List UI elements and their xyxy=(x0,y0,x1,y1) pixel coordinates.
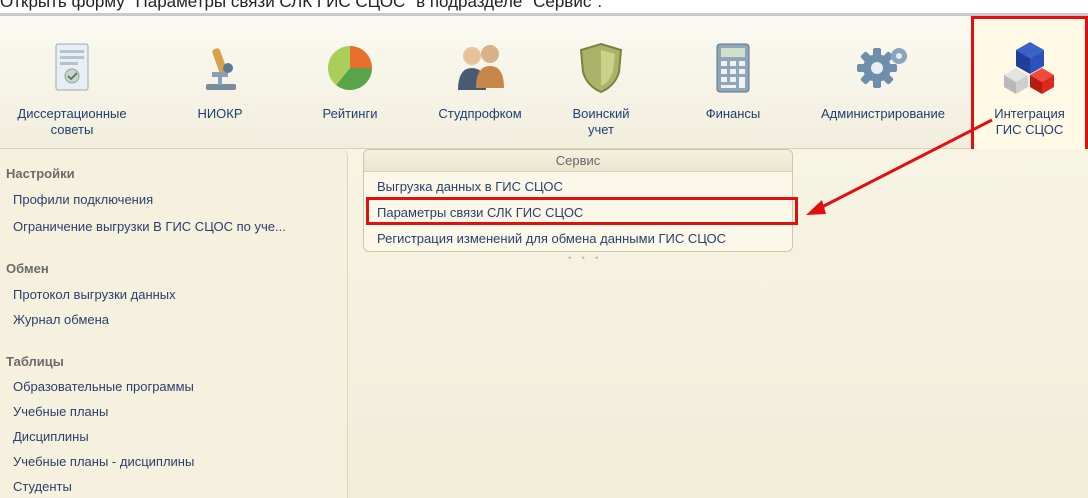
nav-link-exchange-journal[interactable]: Журнал обмена xyxy=(13,312,109,327)
toolbar-item-finance[interactable]: Финансы xyxy=(688,16,778,152)
nav-link-curricula[interactable]: Учебные планы xyxy=(13,404,108,419)
nav-link-educational-programs[interactable]: Образовательные программы xyxy=(13,379,194,394)
toolbar-item-studprofkom[interactable]: Студпрофком xyxy=(420,16,540,152)
toolbar-item-label: Интеграция ГИС СЦОС xyxy=(994,106,1065,137)
toolbar-item-administration[interactable]: Администрирование xyxy=(808,16,958,152)
section-title-settings: Настройки xyxy=(6,166,75,181)
toolbar-item-label: Рейтинги xyxy=(322,106,378,121)
toolbar-item-label: Финансы xyxy=(705,106,761,121)
section-title-tables: Таблицы xyxy=(6,354,64,369)
toolbar-item-label: Студпрофком xyxy=(438,106,522,121)
service-link-change-registration[interactable]: Регистрация изменений для обмена данными… xyxy=(377,231,726,246)
section-title-exchange: Обмен xyxy=(6,261,49,276)
nav-link-students[interactable]: Студенты xyxy=(13,479,72,494)
toolbar-item-label: Администрирование xyxy=(821,106,945,121)
nav-link-curricula-disciplines[interactable]: Учебные планы - дисциплины xyxy=(13,454,194,469)
nav-link-export-log[interactable]: Протокол выгрузки данных xyxy=(13,287,176,302)
toolbar-item-niokr[interactable]: НИОКР xyxy=(175,16,265,152)
toolbar-item-label: Воинский учет xyxy=(572,106,630,137)
toolbar-item-label: Диссертационные советы xyxy=(17,106,127,137)
highlight-box xyxy=(366,197,798,225)
panel-resize-grip[interactable]: • • • xyxy=(568,253,602,263)
toolbar-item-dissertation-councils[interactable]: Диссертационные советы xyxy=(8,16,136,152)
toolbar-item-gis-scos-integration[interactable]: Интеграция ГИС СЦОС xyxy=(971,16,1088,152)
instruction-caption: Открыть форму "Параметры связи СЛК ГИС С… xyxy=(0,0,603,11)
cubes-icon xyxy=(1003,42,1054,94)
toolbar-item-ratings[interactable]: Рейтинги xyxy=(300,16,400,152)
calculator-icon xyxy=(716,43,750,93)
microscope-icon xyxy=(206,48,236,90)
service-link-data-export[interactable]: Выгрузка данных в ГИС СЦОС xyxy=(377,179,563,194)
toolbar-item-military-registration[interactable]: Воинский учет xyxy=(556,16,646,152)
nav-link-disciplines[interactable]: Дисциплины xyxy=(13,429,89,444)
shield-icon xyxy=(579,42,623,94)
people-icon xyxy=(458,45,504,90)
nav-link-export-restriction[interactable]: Ограничение выгрузки В ГИС СЦОС по уче..… xyxy=(13,219,286,234)
gear-icon xyxy=(857,48,907,88)
nav-link-connection-profiles[interactable]: Профили подключения xyxy=(13,192,153,207)
sections-toolbar: Диссертационные советы НИОКР Рейтинги Ст… xyxy=(0,13,1088,152)
navigation-panel: Настройки Профили подключения Ограничени… xyxy=(0,149,348,498)
toolbar-item-label: НИОКР xyxy=(197,106,243,121)
service-panel-title: Сервис xyxy=(364,150,792,172)
document-icon xyxy=(55,43,89,91)
pie-chart-icon xyxy=(327,45,373,91)
